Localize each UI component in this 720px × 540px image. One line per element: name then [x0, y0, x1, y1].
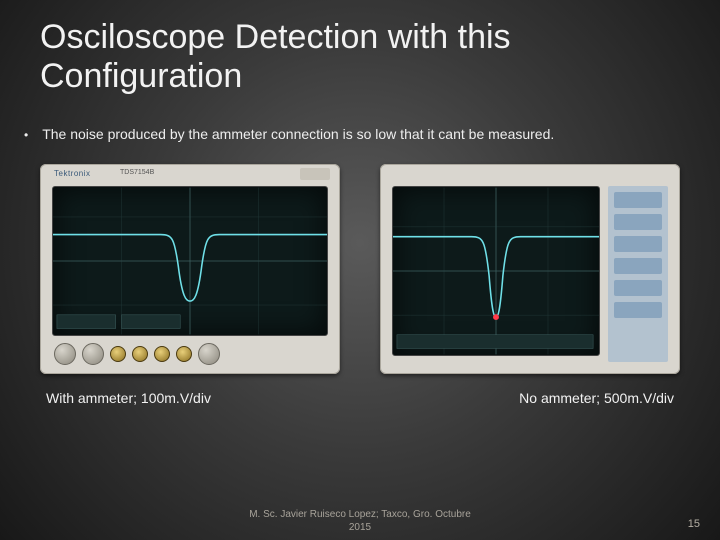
page-number: 15 [688, 518, 700, 530]
knob-icon [54, 343, 76, 365]
panel-button [614, 258, 662, 274]
bnc-port-icon [110, 346, 126, 362]
panel-button [614, 236, 662, 252]
scope-side-panel [608, 186, 668, 362]
scope-screen [52, 186, 328, 336]
bnc-port-icon [176, 346, 192, 362]
panel-button [614, 214, 662, 230]
panel-button [614, 302, 662, 318]
bnc-port-icon [132, 346, 148, 362]
panel-button [614, 280, 662, 296]
footer-line1: M. Sc. Javier Ruiseco Lopez; Taxco, Gro.… [249, 509, 471, 520]
panel-button [614, 192, 662, 208]
oscilloscope-photo-with-ammeter: Tektronix TDS7154B [40, 164, 340, 374]
scope-controls [54, 340, 326, 368]
knob-icon [198, 343, 220, 365]
bullet-dot-icon: • [24, 126, 28, 144]
footer-credit: M. Sc. Javier Ruiseco Lopez; Taxco, Gro.… [0, 508, 720, 534]
caption-left: With ammeter; 100m.V/div [46, 390, 211, 406]
caption-row: With ammeter; 100m.V/div No ammeter; 500… [0, 374, 720, 406]
slide-title: Osciloscope Detection with this Configur… [0, 0, 720, 96]
bnc-port-icon [154, 346, 170, 362]
scope-brand-label: Tektronix [54, 169, 91, 178]
knob-icon [82, 343, 104, 365]
oscilloscope-photo-no-ammeter [380, 164, 680, 374]
scope-model-label: TDS7154B [120, 169, 154, 176]
caption-right: No ammeter; 500m.V/div [519, 390, 674, 406]
image-row: Tektronix TDS7154B [0, 144, 720, 374]
scope-screen [392, 186, 600, 356]
footer-line2: 2015 [349, 522, 371, 533]
bullet-item: • The noise produced by the ammeter conn… [0, 96, 720, 144]
bullet-text: The noise produced by the ammeter connec… [42, 126, 554, 142]
scope-top-buttons [300, 168, 330, 180]
